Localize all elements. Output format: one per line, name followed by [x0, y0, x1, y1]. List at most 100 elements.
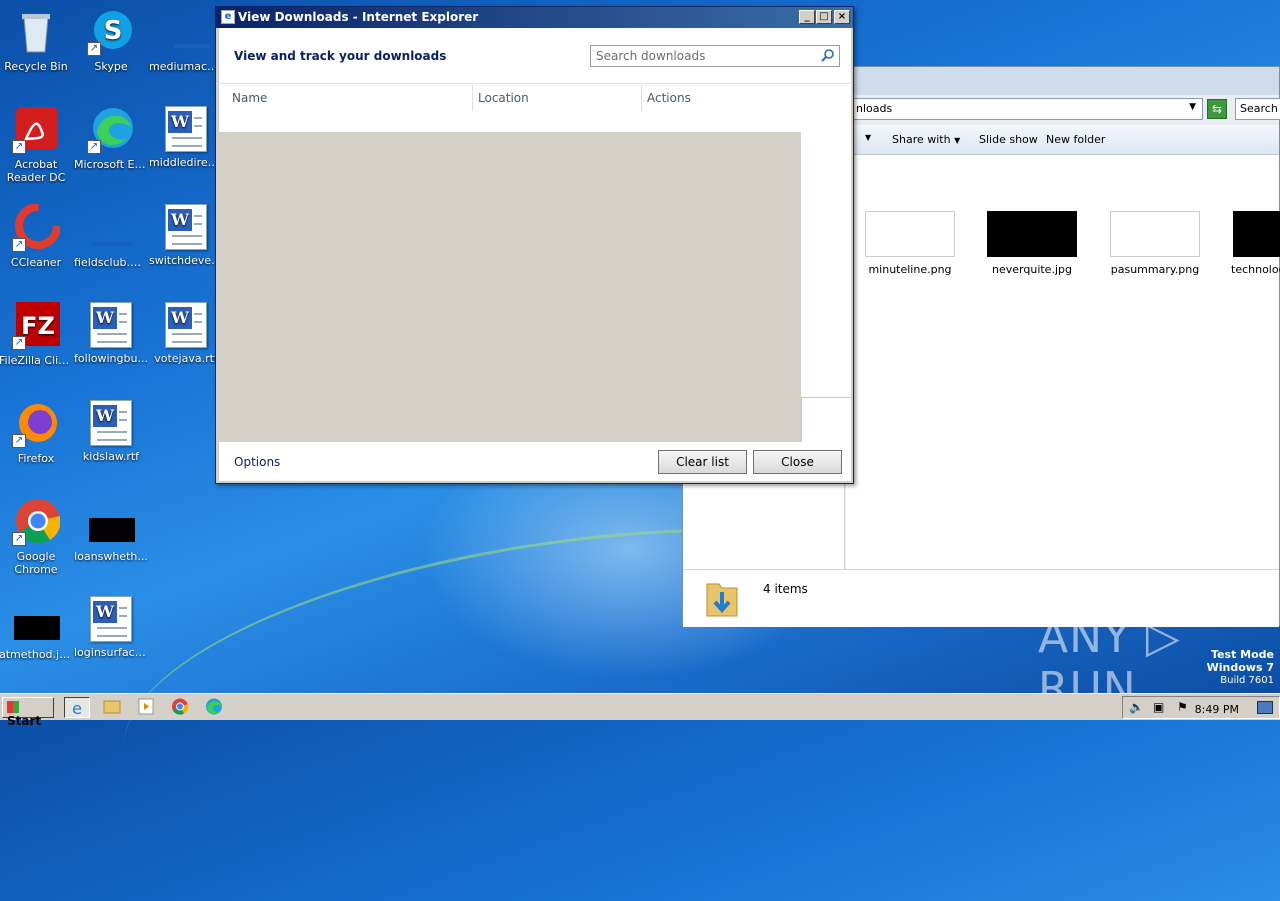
share-with-button[interactable]: Share with ▼ [892, 133, 960, 146]
file-thumbnail [865, 211, 955, 257]
filezilla-icon: FZ ↗ [12, 302, 60, 350]
desktop-icon-ccleaner[interactable]: ↗ CCleaner [0, 203, 74, 269]
column-header-actions[interactable]: Actions [642, 85, 851, 111]
acrobat-icon: ↗ [12, 106, 60, 154]
desktop-icon-mediumacc[interactable]: mediumacc... [148, 8, 224, 73]
desktop-icon-firefox[interactable]: ↗ Firefox [0, 400, 74, 465]
file-thumbnail [987, 211, 1077, 257]
edge-icon: ↗ [87, 106, 135, 154]
test-mode-line: Windows 7 [1206, 661, 1274, 674]
divider [801, 397, 851, 398]
desktop-icon-edge[interactable]: ↗ Microsoft Edge [73, 106, 149, 171]
taskbar-edge-button[interactable] [202, 697, 228, 718]
options-link[interactable]: Options [234, 455, 280, 469]
file-name: pasummary.png [1110, 263, 1200, 276]
downloads-heading: View and track your downloads [234, 49, 447, 63]
search-placeholder: Search downloads [596, 49, 706, 63]
address-text: nloads [856, 102, 893, 115]
search-icon[interactable] [821, 48, 835, 62]
chrome-icon [172, 698, 189, 715]
desktop-icon-filezilla[interactable]: FZ ↗ FileZilla Client [0, 302, 74, 367]
windows-logo-icon [7, 701, 19, 713]
slide-show-button[interactable]: Slide show [979, 133, 1038, 146]
address-bar[interactable]: nloads ▼ [851, 98, 1203, 120]
taskbar-explorer-button[interactable] [100, 697, 126, 718]
downloads-folder-icon [706, 583, 738, 617]
image-thumbnail-icon [12, 596, 60, 644]
address-dropdown-icon[interactable]: ▼ [1189, 102, 1196, 112]
word-document-icon: W [90, 400, 132, 446]
new-folder-button[interactable]: New folder [1046, 133, 1105, 146]
show-desktop-icon[interactable] [1257, 701, 1273, 714]
file-item[interactable]: minuteline.png [864, 211, 956, 276]
explorer-search-input[interactable]: Search D [1235, 98, 1280, 120]
skype-icon: S ↗ [87, 8, 135, 56]
close-icon[interactable]: × [834, 10, 850, 24]
chevron-down-icon: ▼ [954, 136, 961, 145]
taskbar: Start e 🔈 ▣ ⚑ 8:49 PM [0, 693, 1280, 728]
chrome-icon: ↗ [12, 498, 61, 546]
svg-text:e: e [72, 699, 82, 717]
word-document-icon: W [90, 302, 132, 348]
desktop-icon-switchdevel[interactable]: W switchdevel... [148, 204, 224, 267]
firefox-icon: ↗ [12, 400, 60, 448]
clock[interactable]: 8:49 PM [1195, 703, 1239, 716]
maximize-button[interactable]: □ [816, 10, 832, 24]
speaker-icon[interactable]: 🔈 [1129, 700, 1144, 714]
action-center-flag-icon[interactable]: ⚑ [1177, 700, 1188, 714]
taskbar-media-player-button[interactable] [134, 697, 160, 718]
network-icon[interactable]: ▣ [1153, 700, 1164, 714]
minimize-button[interactable]: _ [799, 10, 815, 24]
desktop-icon-loanswheth[interactable]: loanswheth... [73, 498, 149, 563]
file-name: minuteline.png [868, 263, 952, 276]
divider [801, 397, 802, 442]
desktop-icon-followingbu[interactable]: W followingbu... [73, 302, 149, 365]
desktop-icon-acrobat[interactable]: ↗ Acrobat Reader DC [0, 106, 74, 184]
ie-icon: e [221, 10, 235, 24]
start-button[interactable]: Start [2, 697, 54, 728]
clear-list-button[interactable]: Clear list [658, 450, 747, 474]
taskbar-chrome-button[interactable] [168, 697, 194, 718]
desktop-icon-kidslaw[interactable]: W kidslaw.rtf [73, 400, 149, 463]
refresh-icon[interactable]: ⇆ [1207, 99, 1227, 119]
window-titlebar[interactable]: e View Downloads - Internet Explorer _ □… [216, 7, 853, 28]
desktop-icon-chrome[interactable]: ↗ Google Chrome [0, 498, 74, 576]
taskbar-ie-button[interactable]: e [64, 697, 90, 718]
share-with-label: Share with [892, 133, 951, 146]
word-document-icon: W [165, 106, 207, 152]
desktop-icon-recycle-bin[interactable]: Recycle Bin [0, 8, 74, 73]
ie-icon: e [72, 699, 82, 718]
desktop-icon-middledirec[interactable]: W middledirec... [148, 106, 224, 169]
desktop-icon-fieldsclub[interactable]: fieldsclub.png [73, 204, 149, 269]
file-item[interactable]: neverquite.jpg [986, 211, 1078, 276]
word-document-icon: W [90, 596, 132, 642]
ccleaner-icon: ↗ [12, 203, 61, 252]
build-line: Build 7601 [1220, 675, 1274, 686]
file-name: neverquite.jpg [992, 263, 1072, 276]
downloads-body: View and track your downloads Search dow… [219, 28, 851, 481]
desktop-icon-skype[interactable]: S ↗ Skype [73, 8, 149, 73]
file-thumbnail [1233, 211, 1280, 257]
image-thumbnail-icon [87, 498, 135, 546]
search-downloads-input[interactable]: Search downloads [590, 45, 840, 67]
file-name: technolog [1231, 263, 1280, 276]
system-tray: 🔈 ▣ ⚑ 8:49 PM [1122, 696, 1280, 719]
file-item[interactable]: pasummary.png [1109, 211, 1201, 276]
desktop-icon-atmethod[interactable]: atmethod.jpg [0, 596, 74, 661]
window-title: View Downloads - Internet Explorer [238, 10, 479, 24]
item-count: 4 items [763, 582, 808, 596]
desktop-icon-loginsurface[interactable]: W loginsurface... [73, 596, 149, 659]
file-view[interactable]: minuteline.png neverquite.jpg pasummary.… [846, 155, 1280, 569]
column-header-name[interactable]: Name [219, 85, 473, 111]
view-downloads-window: e View Downloads - Internet Explorer _ □… [215, 6, 854, 484]
svg-text:S: S [104, 16, 123, 46]
file-item[interactable]: technolog [1231, 211, 1280, 276]
edge-icon [206, 698, 222, 715]
close-button[interactable]: Close [753, 450, 842, 474]
desktop-icon-votejava[interactable]: W votejava.rtf [148, 302, 224, 365]
image-thumbnail-icon [87, 204, 135, 252]
image-thumbnail-icon [162, 8, 210, 56]
svg-text:FZ: FZ [21, 312, 55, 340]
column-header-location[interactable]: Location [473, 85, 642, 111]
organize-dropdown-icon[interactable]: ▼ [865, 133, 871, 142]
